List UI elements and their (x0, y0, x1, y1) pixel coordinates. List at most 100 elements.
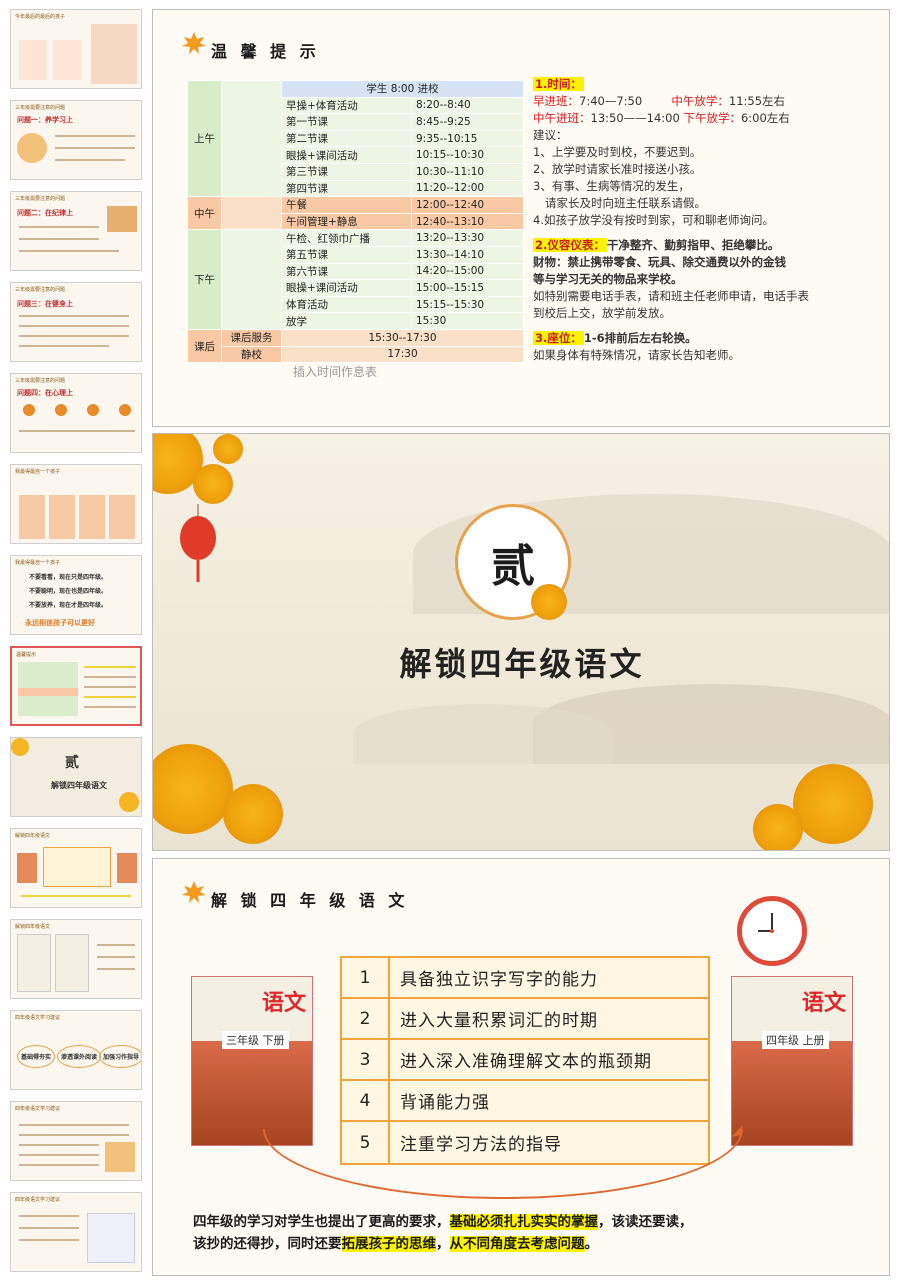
summary-highlight: 拓展孩子的思维 (341, 1236, 436, 1252)
tips-line: 等与学习无关的物品来学校。 (533, 272, 683, 286)
table-cell: 14:20--15:00 (411, 262, 524, 281)
thumbnail-title: 我最得最自一个孩子 (15, 560, 61, 566)
thumbnail-title: 我最得最自一个孩子 (15, 469, 61, 475)
slide-thumbnail-12[interactable]: 四年级语文学习建议 基础得夯实 渗透课外阅读 加强习作指导 (10, 1010, 142, 1090)
value-noon-entry: 13:50——14:00 (590, 111, 680, 125)
slide-thumbnail-6[interactable]: 我最得最自一个孩子 (10, 464, 142, 544)
chrysanthemum-decoration (193, 464, 233, 504)
table-cell: 眼操+课间活动 (281, 279, 412, 297)
dress-heading: 2.仪容仪表： (533, 238, 607, 252)
tips-line: 1、上学要及时到校，不要迟到。 (533, 145, 702, 159)
tips-line: 如果身体有特殊情况，请家长告知老师。 (533, 348, 740, 362)
textbook-grade3-cover: 语文 三年级 下册 (191, 976, 313, 1146)
chrysanthemum-decoration (213, 434, 243, 464)
table-cell: 第四节课 (281, 179, 412, 198)
arrow-head-icon (731, 1125, 743, 1137)
thumbnail-numeral: 贰 (65, 755, 79, 771)
label-morning-entry: 早进班： (533, 94, 579, 108)
list-item: 3 进入深入准确理解文本的瓶颈期 (342, 1040, 708, 1081)
slide-thumbnail-1[interactable]: 今年最后的最后的孩子 (10, 9, 142, 89)
table-cell: 第一节课 (281, 113, 412, 131)
thumbnail-footer: 永远相信孩子可以更好 (25, 619, 95, 627)
thumbnail-title: 今年最后的最后的孩子 (15, 14, 66, 20)
table-cell: 第六节课 (281, 262, 412, 281)
textbook-grade: 三年级 下册 (222, 1031, 289, 1049)
summary-part: 该抄的还得抄，同时还要 (193, 1236, 342, 1252)
item-text: 进入大量积累词汇的时期 (400, 1011, 598, 1031)
thumbnail-title: 四年级语文学习建议 (15, 1015, 61, 1021)
slide-thumbnail-13[interactable]: 四年级语文学习建议 (10, 1101, 142, 1181)
textbook-grade4-cover: 语文 四年级 上册 (731, 976, 853, 1146)
thumbnail-heading: 问题三：在健身上 (17, 300, 73, 308)
slide-warm-tips[interactable]: 温 馨 提 示 上午 学生 8:00 进校 早操+体育活动 8:20--8:40 … (152, 9, 890, 427)
thumbnail-title: 解锁四年级语文 (15, 833, 51, 839)
table-cell: 15:00--15:15 (411, 279, 524, 297)
table-cell: 第二节课 (281, 129, 412, 148)
thumbnail-line: 不要聪明，现在也是四年级。 (29, 588, 108, 595)
table-cell: 11:20--12:00 (411, 179, 524, 198)
thumbnail-heading: 问题四：在心理上 (17, 389, 73, 397)
item-number: 1 (342, 958, 390, 997)
slide-thumbnail-3[interactable]: 三年级需要注意的问题 问题二：在纪律上 (10, 191, 142, 271)
slide-thumbnail-9[interactable]: 贰 解锁四年级语文 (10, 737, 142, 817)
summary-part: ，该读还要读， (598, 1214, 693, 1230)
label-afternoon-dismissal: 下午放学： (683, 111, 741, 125)
item-number: 2 (342, 999, 390, 1038)
progress-arrow-arc (263, 1129, 743, 1199)
slide-thumbnail-8-selected[interactable]: 温馨提示 (10, 646, 142, 726)
slide-thumbnail-4[interactable]: 三年级需要注意的问题 问题三：在健身上 (10, 282, 142, 362)
table-cell: 午检、红领巾广播 (281, 229, 412, 247)
slide-thumbnail-2[interactable]: 三年级需要注意的问题 问题一：养学习上 (10, 100, 142, 180)
chrysanthemum-decoration (753, 804, 803, 850)
slide-thumbnail-7[interactable]: 我最得最自一个孩子 不要看看，现在只是四年级。 不要聪明，现在也是四年级。 不要… (10, 555, 142, 635)
maple-leaf-icon (182, 881, 206, 903)
slide-unlock-chinese[interactable]: 解 锁 四 年 级 语 文 语文 三年级 下册 语文 四年级 上册 1 具备独立识… (152, 858, 890, 1276)
value-morning-entry: 7:40—7:50 (579, 94, 643, 108)
time-heading: 1.时间： (533, 77, 584, 91)
label-noon-dismissal: 中午放学： (671, 94, 729, 108)
thumbnail-heading: 问题二：在纪律上 (17, 209, 73, 217)
list-item: 1 具备独立识字写字的能力 (342, 958, 708, 999)
tips-line: 1-6排前后左右轮换。 (583, 331, 697, 345)
list-item: 4 背诵能力强 (342, 1081, 708, 1122)
table-cell: 早操+体育活动 (281, 96, 412, 115)
slide-thumbnail-11[interactable]: 解锁四年级语文 (10, 919, 142, 999)
item-number: 3 (342, 1040, 390, 1079)
slide-title: 温 馨 提 示 (211, 42, 320, 61)
summary-part: 四年级的学习对学生也提出了更高的要求， (193, 1214, 450, 1230)
thumbnail-title: 解锁四年级语文 (15, 924, 51, 930)
chrysanthemum-decoration (223, 784, 283, 844)
table-cell: 10:15--10:30 (411, 146, 524, 164)
summary-highlight: 基础必须扎扎实实的掌握 (449, 1214, 598, 1230)
textbook-brand: 语文 (261, 990, 306, 1016)
thumbnail-item: 基础得夯实 (17, 1045, 56, 1068)
table-cell: 8:45--9:25 (411, 113, 524, 131)
item-text: 进入深入准确理解文本的瓶颈期 (400, 1052, 652, 1072)
thumbnail-title: 三年级需要注意的问题 (15, 196, 66, 202)
list-item: 2 进入大量积累词汇的时期 (342, 999, 708, 1040)
item-text: 具备独立识字写字的能力 (400, 970, 598, 990)
maple-leaf-icon (182, 32, 206, 54)
thumbnail-title: 三年级需要注意的问题 (15, 378, 66, 384)
tips-line: 请家长及时向班主任联系请假。 (545, 196, 706, 210)
summary-highlight: 从不同角度去考虑问题 (449, 1236, 585, 1252)
item-number: 4 (342, 1081, 390, 1120)
clock-icon (737, 896, 807, 966)
table-cell: 13:20--13:30 (411, 229, 524, 247)
thumbnail-heading: 解锁四年级语文 (51, 781, 107, 790)
thumbnail-item: 加强习作指导 (99, 1045, 141, 1068)
slide-thumbnail-14[interactable]: 四年级语文学习建议 (10, 1192, 142, 1272)
table-cell: 13:30--14:10 (411, 245, 524, 264)
table-cell: 放学 (281, 312, 412, 330)
thumbnail-heading: 问题一：养学习上 (17, 116, 73, 124)
table-cell: 15:15--15:30 (411, 295, 524, 314)
summary-part: 。 (584, 1236, 599, 1252)
summary-part: ， (436, 1236, 450, 1252)
chrysanthemum-decoration (793, 764, 873, 844)
table-cell: 9:35--10:15 (411, 129, 524, 148)
thumbnail-title: 三年级需要注意的问题 (15, 105, 66, 111)
slide-thumbnail-5[interactable]: 三年级需要注意的问题 问题四：在心理上 (10, 373, 142, 453)
slide-section-divider[interactable]: 贰 解锁四年级语文 (152, 433, 890, 851)
item-text: 背诵能力强 (400, 1093, 490, 1113)
slide-thumbnail-10[interactable]: 解锁四年级语文 (10, 828, 142, 908)
